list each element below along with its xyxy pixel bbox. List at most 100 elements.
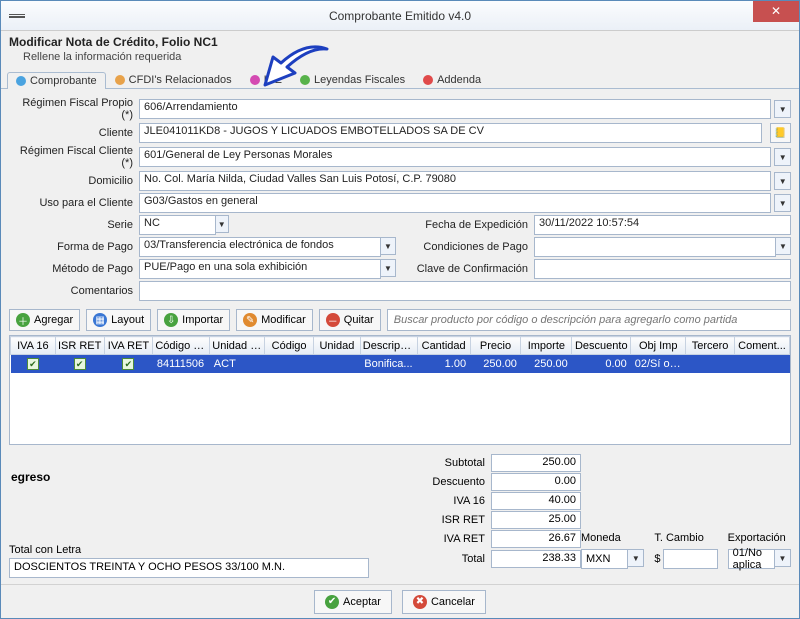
chevron-down-icon[interactable]: ▼	[774, 100, 791, 118]
import-icon: ⇩	[164, 313, 178, 327]
ivaret-label: IVA RET	[401, 533, 491, 545]
cell-obj-imp: 02/Sí obj...	[631, 355, 686, 373]
moneda-select[interactable]: MXN	[581, 549, 628, 569]
checkbox-icon[interactable]: ✔	[74, 358, 86, 370]
chevron-down-icon[interactable]: ▼	[774, 549, 791, 567]
system-menu-icon[interactable]	[9, 14, 25, 18]
button-label: Agregar	[34, 314, 73, 326]
total-letra-value: DOSCIENTOS TREINTA Y OCHO PESOS 33/100 M…	[9, 558, 369, 578]
condiciones-pago-label: Condiciones de Pago	[404, 241, 534, 253]
cell-cantidad: 1.00	[417, 355, 470, 373]
forma-pago-label: Forma de Pago	[9, 241, 139, 253]
app-window: Comprobante Emitido v4.0 ✕ Modificar Not…	[0, 0, 800, 619]
col-precio[interactable]: Precio	[470, 337, 521, 355]
tab-label: Comprobante	[30, 75, 97, 87]
chevron-down-icon[interactable]: ▼	[627, 549, 644, 567]
col-importe[interactable]: Importe	[521, 337, 572, 355]
check-icon: ✔	[325, 595, 339, 609]
uso-cliente-select[interactable]: G03/Gastos en general	[139, 193, 771, 213]
regimen-propio-select[interactable]: 606/Arrendamiento	[139, 99, 771, 119]
tcambio-prefix: $	[654, 553, 660, 565]
cliente-lookup-button[interactable]: 📒	[770, 123, 791, 143]
layout-button[interactable]: ▦ Layout	[86, 309, 151, 331]
serie-select[interactable]: NC	[139, 215, 216, 235]
page-title: Modificar Nota de Crédito, Folio NC1	[9, 35, 791, 49]
cell-coment	[734, 355, 789, 373]
col-iva16[interactable]: IVA 16	[11, 337, 56, 355]
cell-importe: 250.00	[521, 355, 572, 373]
footer: egreso Total con Letra DOSCIENTOS TREINT…	[1, 449, 799, 584]
plus-icon: ＋	[16, 313, 30, 327]
descuento-value: 0.00	[491, 473, 581, 491]
cliente-input[interactable]: JLE041011KD8 - JUGOS Y LICUADOS EMBOTELL…	[139, 123, 762, 143]
close-button[interactable]: ✕	[753, 1, 799, 22]
quitar-button[interactable]: － Quitar	[319, 309, 381, 331]
domicilio-label: Domicilio	[9, 175, 139, 187]
grid-row[interactable]: ✔ ✔ ✔ 84111506 ACT Bonifica... 1.00 250.…	[11, 355, 790, 373]
aceptar-button[interactable]: ✔ Aceptar	[314, 590, 392, 614]
col-coment[interactable]: Coment...	[734, 337, 789, 355]
col-cantidad[interactable]: Cantidad	[417, 337, 470, 355]
col-obj-imp[interactable]: Obj Imp	[631, 337, 686, 355]
checkbox-icon[interactable]: ✔	[27, 358, 39, 370]
comentarios-label: Comentarios	[9, 285, 139, 297]
tab-icon	[300, 75, 310, 85]
chevron-down-icon[interactable]: ▼	[215, 215, 229, 233]
total-label: Total	[401, 553, 491, 565]
metodo-pago-label: Método de Pago	[9, 263, 139, 275]
comentarios-input[interactable]	[139, 281, 791, 301]
chevron-down-icon[interactable]: ▼	[380, 237, 396, 255]
chevron-down-icon[interactable]: ▼	[774, 172, 791, 190]
serie-label: Serie	[9, 219, 139, 231]
chevron-down-icon[interactable]: ▼	[775, 237, 791, 255]
total-value: 238.33	[491, 550, 581, 568]
col-unidad-sat[interactable]: Unidad S...	[210, 337, 265, 355]
col-codigo-sat[interactable]: Código S...	[153, 337, 210, 355]
domicilio-select[interactable]: No. Col. María Nilda, Ciudad Valles San …	[139, 171, 771, 191]
tab-icon	[250, 75, 260, 85]
condiciones-pago-select[interactable]	[534, 237, 776, 257]
col-isrret[interactable]: ISR RET	[55, 337, 104, 355]
importar-button[interactable]: ⇩ Importar	[157, 309, 230, 331]
col-codigo[interactable]: Código	[265, 337, 314, 355]
col-ivaret[interactable]: IVA RET	[104, 337, 153, 355]
cancel-icon: ✖	[413, 595, 427, 609]
product-search-input[interactable]	[387, 309, 791, 331]
tab-leyendas-fiscales[interactable]: Leyendas Fiscales	[291, 71, 414, 88]
exportacion-select[interactable]: 01/No aplica	[728, 549, 775, 569]
col-descripcion[interactable]: Descripci...	[360, 337, 417, 355]
chevron-down-icon[interactable]: ▼	[774, 194, 791, 212]
tab-label: Addenda	[437, 74, 481, 86]
line-items-grid[interactable]: IVA 16 ISR RET IVA RET Código S... Unida…	[9, 335, 791, 445]
tab-cfdis-relacionados[interactable]: CFDI's Relacionados	[106, 71, 241, 88]
iva16-label: IVA 16	[401, 495, 491, 507]
iva16-value: 40.00	[491, 492, 581, 510]
grid-header-row: IVA 16 ISR RET IVA RET Código S... Unida…	[11, 337, 790, 355]
cliente-label: Cliente	[9, 127, 139, 139]
metodo-pago-select[interactable]: PUE/Pago en una sola exhibición	[139, 259, 381, 279]
tab-ine[interactable]: INE	[241, 71, 291, 88]
modificar-button[interactable]: ✎ Modificar	[236, 309, 313, 331]
col-descuento[interactable]: Descuento	[572, 337, 631, 355]
agregar-button[interactable]: ＋ Agregar	[9, 309, 80, 331]
clave-confirmacion-input[interactable]	[534, 259, 791, 279]
fecha-expedicion-input[interactable]: 30/11/2022 10:57:54	[534, 215, 791, 235]
moneda-label: Moneda	[581, 532, 644, 544]
tcambio-input[interactable]	[663, 549, 717, 569]
ivaret-value: 26.67	[491, 530, 581, 548]
col-unidad[interactable]: Unidad	[314, 337, 361, 355]
isrret-label: ISR RET	[401, 514, 491, 526]
col-tercero[interactable]: Tercero	[686, 337, 735, 355]
forma-pago-select[interactable]: 03/Transferencia electrónica de fondos	[139, 237, 381, 257]
dialog-actions: ✔ Aceptar ✖ Cancelar	[1, 584, 799, 618]
uso-cliente-label: Uso para el Cliente	[9, 197, 139, 209]
tab-addenda[interactable]: Addenda	[414, 71, 490, 88]
regimen-cliente-select[interactable]: 601/General de Ley Personas Morales	[139, 147, 771, 167]
chevron-down-icon[interactable]: ▼	[774, 148, 791, 166]
cancelar-button[interactable]: ✖ Cancelar	[402, 590, 486, 614]
button-label: Quitar	[344, 314, 374, 326]
checkbox-icon[interactable]: ✔	[122, 358, 134, 370]
chevron-down-icon[interactable]: ▼	[380, 259, 396, 277]
tab-comprobante[interactable]: Comprobante	[7, 72, 106, 89]
tab-icon	[423, 75, 433, 85]
